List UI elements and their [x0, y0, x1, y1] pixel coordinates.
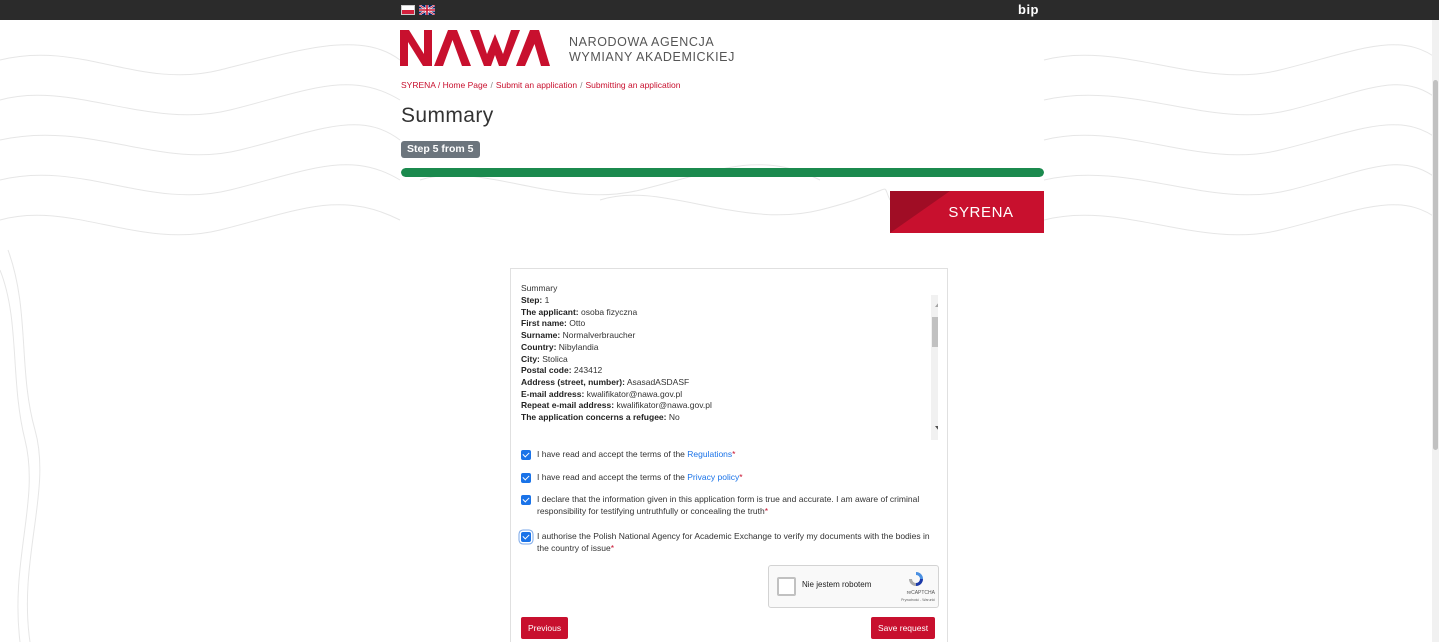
summary-field-value: Normalverbraucher	[562, 330, 636, 341]
polish-flag-icon[interactable]	[401, 5, 415, 15]
scroll-down-icon[interactable]	[935, 426, 938, 431]
recaptcha-privacy[interactable]: Prywatność - Warunki	[873, 598, 935, 602]
summary-row: E-mail address: kwalifikator@nawa.gov.pl	[521, 389, 921, 401]
required-mark: *	[739, 472, 743, 482]
summary-row: Country: Nibylandia	[521, 342, 921, 354]
summary-field-value: No	[668, 412, 680, 423]
summary-field-label: Surname:	[521, 330, 561, 341]
summary-field-value: 1	[544, 295, 550, 305]
summary-field-label: The applicant:	[521, 306, 579, 317]
checkbox-declaration[interactable]	[521, 495, 531, 505]
required-mark: *	[610, 542, 615, 553]
summary-field-value: kwalifikator@nawa.gov.pl	[616, 400, 712, 411]
summary-card: Summary Step: 1 The applicant: osoba fizy…	[510, 268, 948, 642]
summary-scrollbar[interactable]	[931, 295, 938, 440]
consent-authorisation-text: I authorise the Polish National Agency f…	[537, 531, 930, 553]
summary-row: Postal code: 243412	[521, 365, 921, 377]
recaptcha-brand: reCAPTCHA	[906, 590, 935, 596]
recaptcha-label: Nie jestem robotem	[802, 580, 872, 589]
summary-field-value: Otto	[569, 318, 586, 329]
summary-field-value: osoba fizyczna	[581, 306, 638, 317]
summary-field-value: Nibylandia	[558, 341, 599, 352]
summary-row: The application concerns a refugee: No	[521, 412, 921, 424]
agency-line-1: NARODOWA AGENCJA	[569, 35, 715, 49]
previous-button[interactable]: Previous	[521, 617, 569, 639]
syrena-banner: SYRENA	[890, 191, 1044, 233]
summary-heading: Summary	[521, 283, 558, 293]
required-mark: *	[732, 449, 736, 459]
summary-field-label: First name:	[521, 318, 567, 329]
page-scrollbar[interactable]	[1432, 20, 1439, 642]
consent-authorisation[interactable]: I authorise the Polish National Agency f…	[521, 531, 941, 554]
summary-field-value: kwalifikator@nawa.gov.pl	[586, 388, 683, 399]
consent-privacy-text: I have read and accept the terms of the	[537, 472, 688, 482]
summary-field-value: 243412	[573, 365, 603, 376]
checkbox-privacy[interactable]	[521, 473, 531, 483]
consent-privacy[interactable]: I have read and accept the terms of the …	[521, 472, 941, 484]
scroll-thumb[interactable]	[932, 317, 938, 347]
bip-link[interactable]: bip	[1018, 2, 1039, 17]
summary-field-label: Country:	[521, 341, 557, 352]
breadcrumb: SYRENA / Home Page / Submit an application…	[401, 80, 681, 90]
consent-regulations[interactable]: I have read and accept the terms of the …	[521, 449, 941, 461]
summary-field-label: Postal code:	[521, 365, 572, 376]
summary-field-label: The application concerns a refugee:	[521, 412, 667, 423]
save-request-button[interactable]: Save request	[871, 617, 936, 639]
summary-field-label: City:	[521, 353, 540, 364]
recaptcha-widget: Nie jestem robotem reCAPTCHA Prywatność …	[768, 565, 939, 608]
progress-fill	[401, 168, 1044, 177]
page-scroll-thumb[interactable]	[1433, 80, 1438, 450]
breadcrumb-submit[interactable]: Submit an application	[496, 80, 577, 90]
summary-row: Step: 1	[521, 295, 921, 307]
recaptcha-checkbox[interactable]	[777, 577, 796, 596]
agency-name: NARODOWA AGENCJA WYMIANY AKADEMICKIEJ	[569, 35, 735, 65]
summary-row: Repeat e-mail address: kwalifikator@nawa…	[521, 400, 921, 412]
summary-row: The applicant: osoba fizyczna	[521, 307, 921, 319]
consent-declaration[interactable]: I declare that the information given in …	[521, 494, 941, 517]
breadcrumb-home[interactable]: SYRENA / Home Page	[401, 80, 487, 90]
progress-bar	[401, 168, 1044, 177]
summary-row: Address (street, number): AsasadASDASF	[521, 377, 921, 389]
summary-field-label: Address (street, number):	[521, 376, 625, 387]
summary-field-label: E-mail address:	[521, 388, 585, 399]
nawa-logo[interactable]	[400, 28, 550, 66]
consent-regulations-text: I have read and accept the terms of the	[537, 449, 688, 459]
regulations-link[interactable]: Regulations	[687, 449, 732, 459]
summary-row: First name: Otto	[521, 318, 921, 330]
summary-row: City: Stolica	[521, 354, 921, 366]
summary-field-value: AsasadASDASF	[626, 376, 690, 387]
step-badge: Step 5 from 5	[401, 141, 480, 158]
breadcrumb-current[interactable]: Submitting an application	[586, 80, 681, 90]
privacy-policy-link[interactable]: Privacy policy	[687, 472, 739, 482]
scroll-up-icon[interactable]	[935, 302, 938, 307]
summary-list: Step: 1 The applicant: osoba fizyczna Firs…	[521, 295, 921, 424]
page-title: Summary	[401, 104, 494, 127]
summary-field-label: Step:	[521, 295, 543, 305]
checkbox-authorisation[interactable]	[521, 532, 531, 542]
recaptcha-icon	[909, 572, 923, 586]
summary-field-value: Stolica	[542, 353, 568, 364]
english-flag-icon[interactable]	[419, 5, 435, 15]
consent-declaration-text: I declare that the information given in …	[537, 494, 920, 516]
top-bar: bip	[0, 0, 1439, 20]
summary-field-label: Repeat e-mail address:	[521, 400, 615, 411]
syrena-label: SYRENA	[948, 203, 1014, 221]
required-mark: *	[764, 505, 769, 516]
summary-scroll-box[interactable]: Step: 1 The applicant: osoba fizyczna Firs…	[521, 295, 938, 440]
checkbox-regulations[interactable]	[521, 450, 531, 460]
summary-row: Surname: Normalverbraucher	[521, 330, 921, 342]
agency-line-2: WYMIANY AKADEMICKIEJ	[569, 50, 735, 64]
